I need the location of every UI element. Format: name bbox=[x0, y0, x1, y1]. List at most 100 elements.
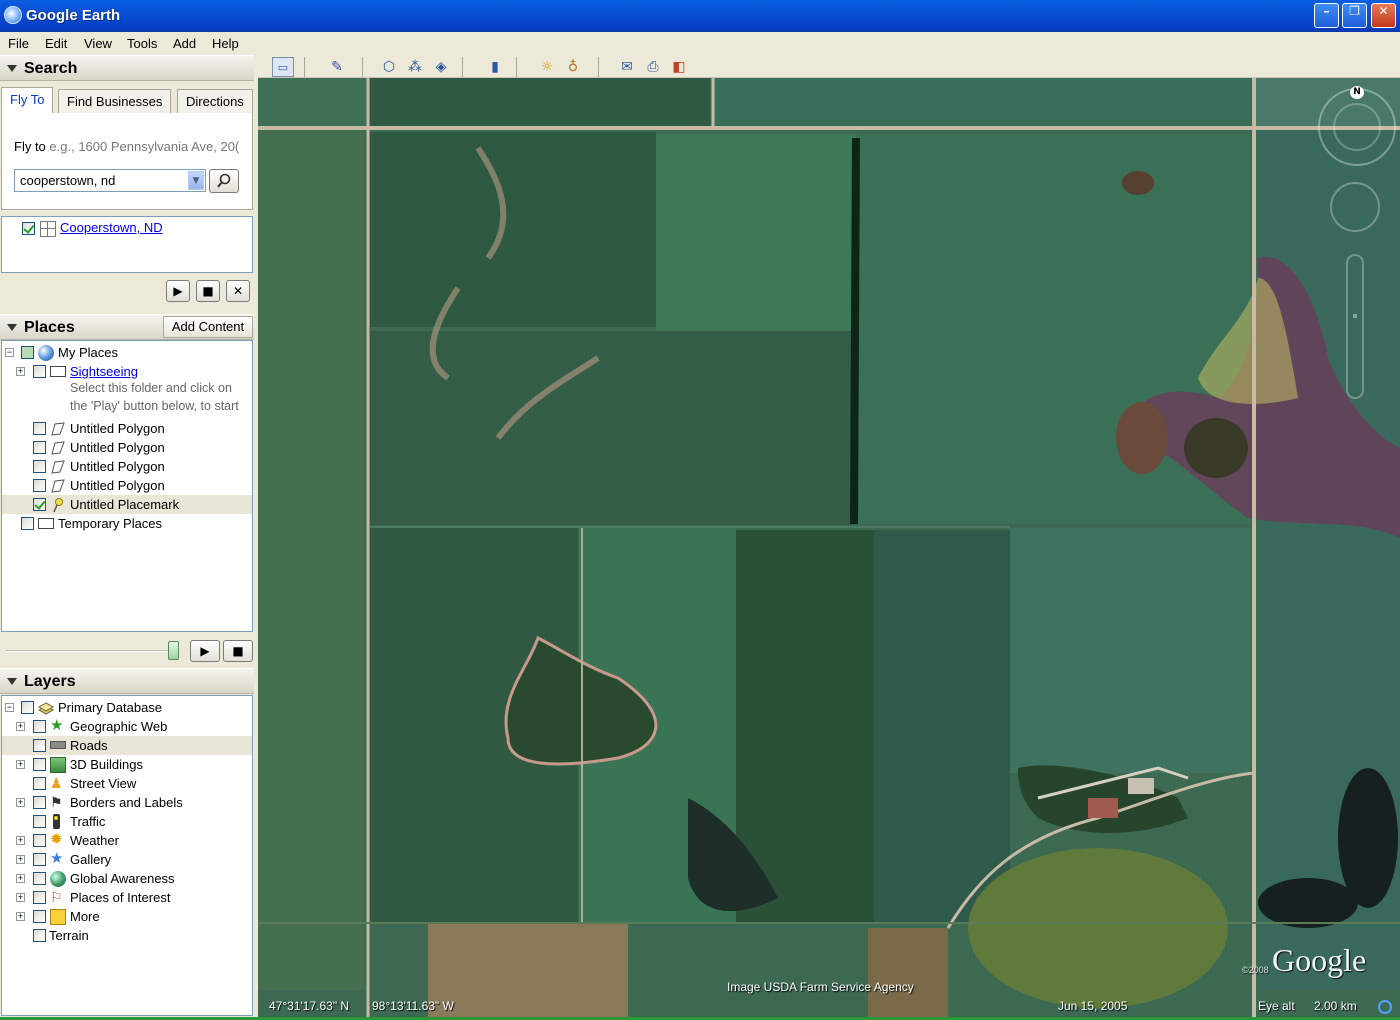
checkbox[interactable] bbox=[33, 460, 46, 473]
collapse-arrow-icon bbox=[7, 324, 17, 331]
checkbox[interactable] bbox=[33, 796, 46, 809]
google-maps-icon[interactable]: ◧ bbox=[668, 57, 690, 77]
expand-icon: + bbox=[16, 873, 25, 883]
checkbox[interactable] bbox=[33, 758, 46, 771]
compass-ring[interactable]: N bbox=[1318, 86, 1396, 166]
search-results: Cooperstown, ND bbox=[1, 216, 253, 273]
flag-icon: ⚑ bbox=[50, 794, 63, 810]
checkbox[interactable] bbox=[33, 498, 46, 511]
checkbox[interactable] bbox=[33, 929, 46, 942]
checkbox[interactable] bbox=[33, 853, 46, 866]
checkbox[interactable] bbox=[33, 815, 46, 828]
checkbox[interactable] bbox=[21, 346, 34, 359]
add-image-overlay-icon[interactable]: ◈ bbox=[430, 57, 452, 77]
zoom-slider-thumb[interactable] bbox=[1353, 314, 1357, 318]
checkbox[interactable] bbox=[33, 441, 46, 454]
checkbox[interactable] bbox=[33, 891, 46, 904]
expand-icon: + bbox=[16, 797, 25, 807]
stop-button[interactable]: ■ bbox=[196, 280, 220, 302]
minimize-button[interactable]: – bbox=[1314, 3, 1339, 28]
add-path-icon[interactable]: ⁂ bbox=[404, 57, 426, 77]
ruler-icon[interactable]: ▮ bbox=[484, 57, 506, 77]
sky-planet-icon[interactable]: ♁ bbox=[562, 57, 584, 77]
polygon-icon bbox=[51, 460, 65, 474]
checkbox[interactable] bbox=[21, 517, 34, 530]
checkbox[interactable] bbox=[33, 910, 46, 923]
sunlight-icon[interactable]: ☼ bbox=[536, 57, 558, 77]
menu-help[interactable]: Help bbox=[212, 36, 239, 51]
checkbox[interactable] bbox=[33, 777, 46, 790]
tree-label: Untitled Placemark bbox=[70, 497, 180, 512]
expand-icon: + bbox=[16, 721, 25, 731]
add-placemark-icon[interactable]: ✎ bbox=[326, 57, 348, 77]
toolbar-separator bbox=[598, 57, 599, 77]
clear-button[interactable]: ✕ bbox=[226, 280, 250, 302]
play-button[interactable]: ▶ bbox=[166, 280, 190, 302]
map-view[interactable]: N Image USDA Farm Service Agency 47°31'1… bbox=[258, 78, 1400, 1017]
tour-stop-button[interactable]: ■ bbox=[223, 640, 253, 662]
layer-item[interactable]: Roads bbox=[2, 736, 252, 755]
search-title: Search bbox=[24, 60, 78, 77]
tour-slider-track[interactable] bbox=[6, 650, 178, 652]
places-header[interactable]: Places Add Content bbox=[0, 314, 254, 340]
toolbar: ▭ ✎ ⬡ ⁂ ◈ ▮ ☼ ♁ ✉ ⎙ ◧ bbox=[258, 55, 1400, 78]
search-header[interactable]: Search bbox=[0, 55, 254, 81]
pin-flag-icon: ⚐ bbox=[50, 889, 63, 905]
tree-item-placemark[interactable]: Untitled Placemark bbox=[2, 495, 252, 514]
checkbox[interactable] bbox=[33, 365, 46, 378]
layer-label: Places of Interest bbox=[70, 890, 171, 905]
eye-alt-label: Eye alt bbox=[1258, 999, 1295, 1013]
layer-label: Global Awareness bbox=[70, 871, 175, 886]
close-button[interactable]: ✕ bbox=[1371, 3, 1396, 28]
layer-label: Primary Database bbox=[58, 700, 163, 715]
checkbox[interactable] bbox=[33, 422, 46, 435]
tree-label: Untitled Polygon bbox=[70, 440, 165, 455]
google-earth-icon bbox=[4, 6, 22, 24]
look-joystick[interactable] bbox=[1330, 182, 1380, 232]
menu-bar: File Edit View Tools Add Help bbox=[0, 32, 1400, 55]
tour-slider-thumb[interactable] bbox=[168, 641, 179, 660]
layers-header[interactable]: Layers bbox=[0, 668, 254, 694]
expand-icon: + bbox=[16, 892, 25, 902]
tab-directions[interactable]: Directions bbox=[177, 89, 253, 113]
add-polygon-icon[interactable]: ⬡ bbox=[378, 57, 400, 77]
tree-label: Untitled Polygon bbox=[70, 459, 165, 474]
menu-edit[interactable]: Edit bbox=[45, 36, 67, 51]
checkbox[interactable] bbox=[33, 739, 46, 752]
add-content-button[interactable]: Add Content bbox=[163, 316, 253, 338]
expand-icon: + bbox=[16, 911, 25, 921]
tab-find-businesses[interactable]: Find Businesses bbox=[58, 89, 172, 113]
checkbox[interactable] bbox=[33, 834, 46, 847]
sidebar-toggle-icon[interactable]: ▭ bbox=[272, 57, 294, 77]
search-input[interactable]: cooperstown, nd ▼ bbox=[14, 169, 206, 192]
result-link[interactable]: Cooperstown, ND bbox=[60, 220, 163, 235]
zoom-slider[interactable] bbox=[1346, 254, 1364, 399]
tree-label: Temporary Places bbox=[58, 516, 163, 531]
checkbox[interactable] bbox=[33, 720, 46, 733]
layer-label: Weather bbox=[70, 833, 119, 848]
menu-file[interactable]: File bbox=[8, 36, 29, 51]
checkbox[interactable] bbox=[33, 872, 46, 885]
menu-view[interactable]: View bbox=[84, 36, 112, 51]
result-checkbox[interactable] bbox=[22, 222, 35, 235]
toolbar-separator bbox=[362, 57, 363, 77]
fly-to-panel: Fly to e.g., 1600 Pennsylvania Ave, 20( … bbox=[1, 113, 253, 210]
search-button[interactable] bbox=[209, 169, 239, 193]
magnifier-icon bbox=[217, 173, 231, 188]
email-icon[interactable]: ✉ bbox=[616, 57, 638, 77]
tour-play-button[interactable]: ▶ bbox=[190, 640, 220, 662]
layer-label: Geographic Web bbox=[70, 719, 168, 734]
pushpin-icon bbox=[53, 498, 63, 513]
checkbox[interactable] bbox=[21, 701, 34, 714]
globe-icon bbox=[38, 345, 54, 361]
tab-fly-to[interactable]: Fly To bbox=[1, 87, 54, 113]
menu-tools[interactable]: Tools bbox=[127, 36, 157, 51]
star-icon: ★ bbox=[50, 717, 64, 734]
expand-icon: + bbox=[16, 854, 25, 864]
print-icon[interactable]: ⎙ bbox=[642, 57, 664, 77]
checkbox[interactable] bbox=[33, 479, 46, 492]
toolbar-separator bbox=[462, 57, 463, 77]
menu-add[interactable]: Add bbox=[173, 36, 196, 51]
dropdown-arrow-icon[interactable]: ▼ bbox=[188, 171, 204, 190]
maximize-button[interactable]: ❐ bbox=[1342, 3, 1367, 28]
